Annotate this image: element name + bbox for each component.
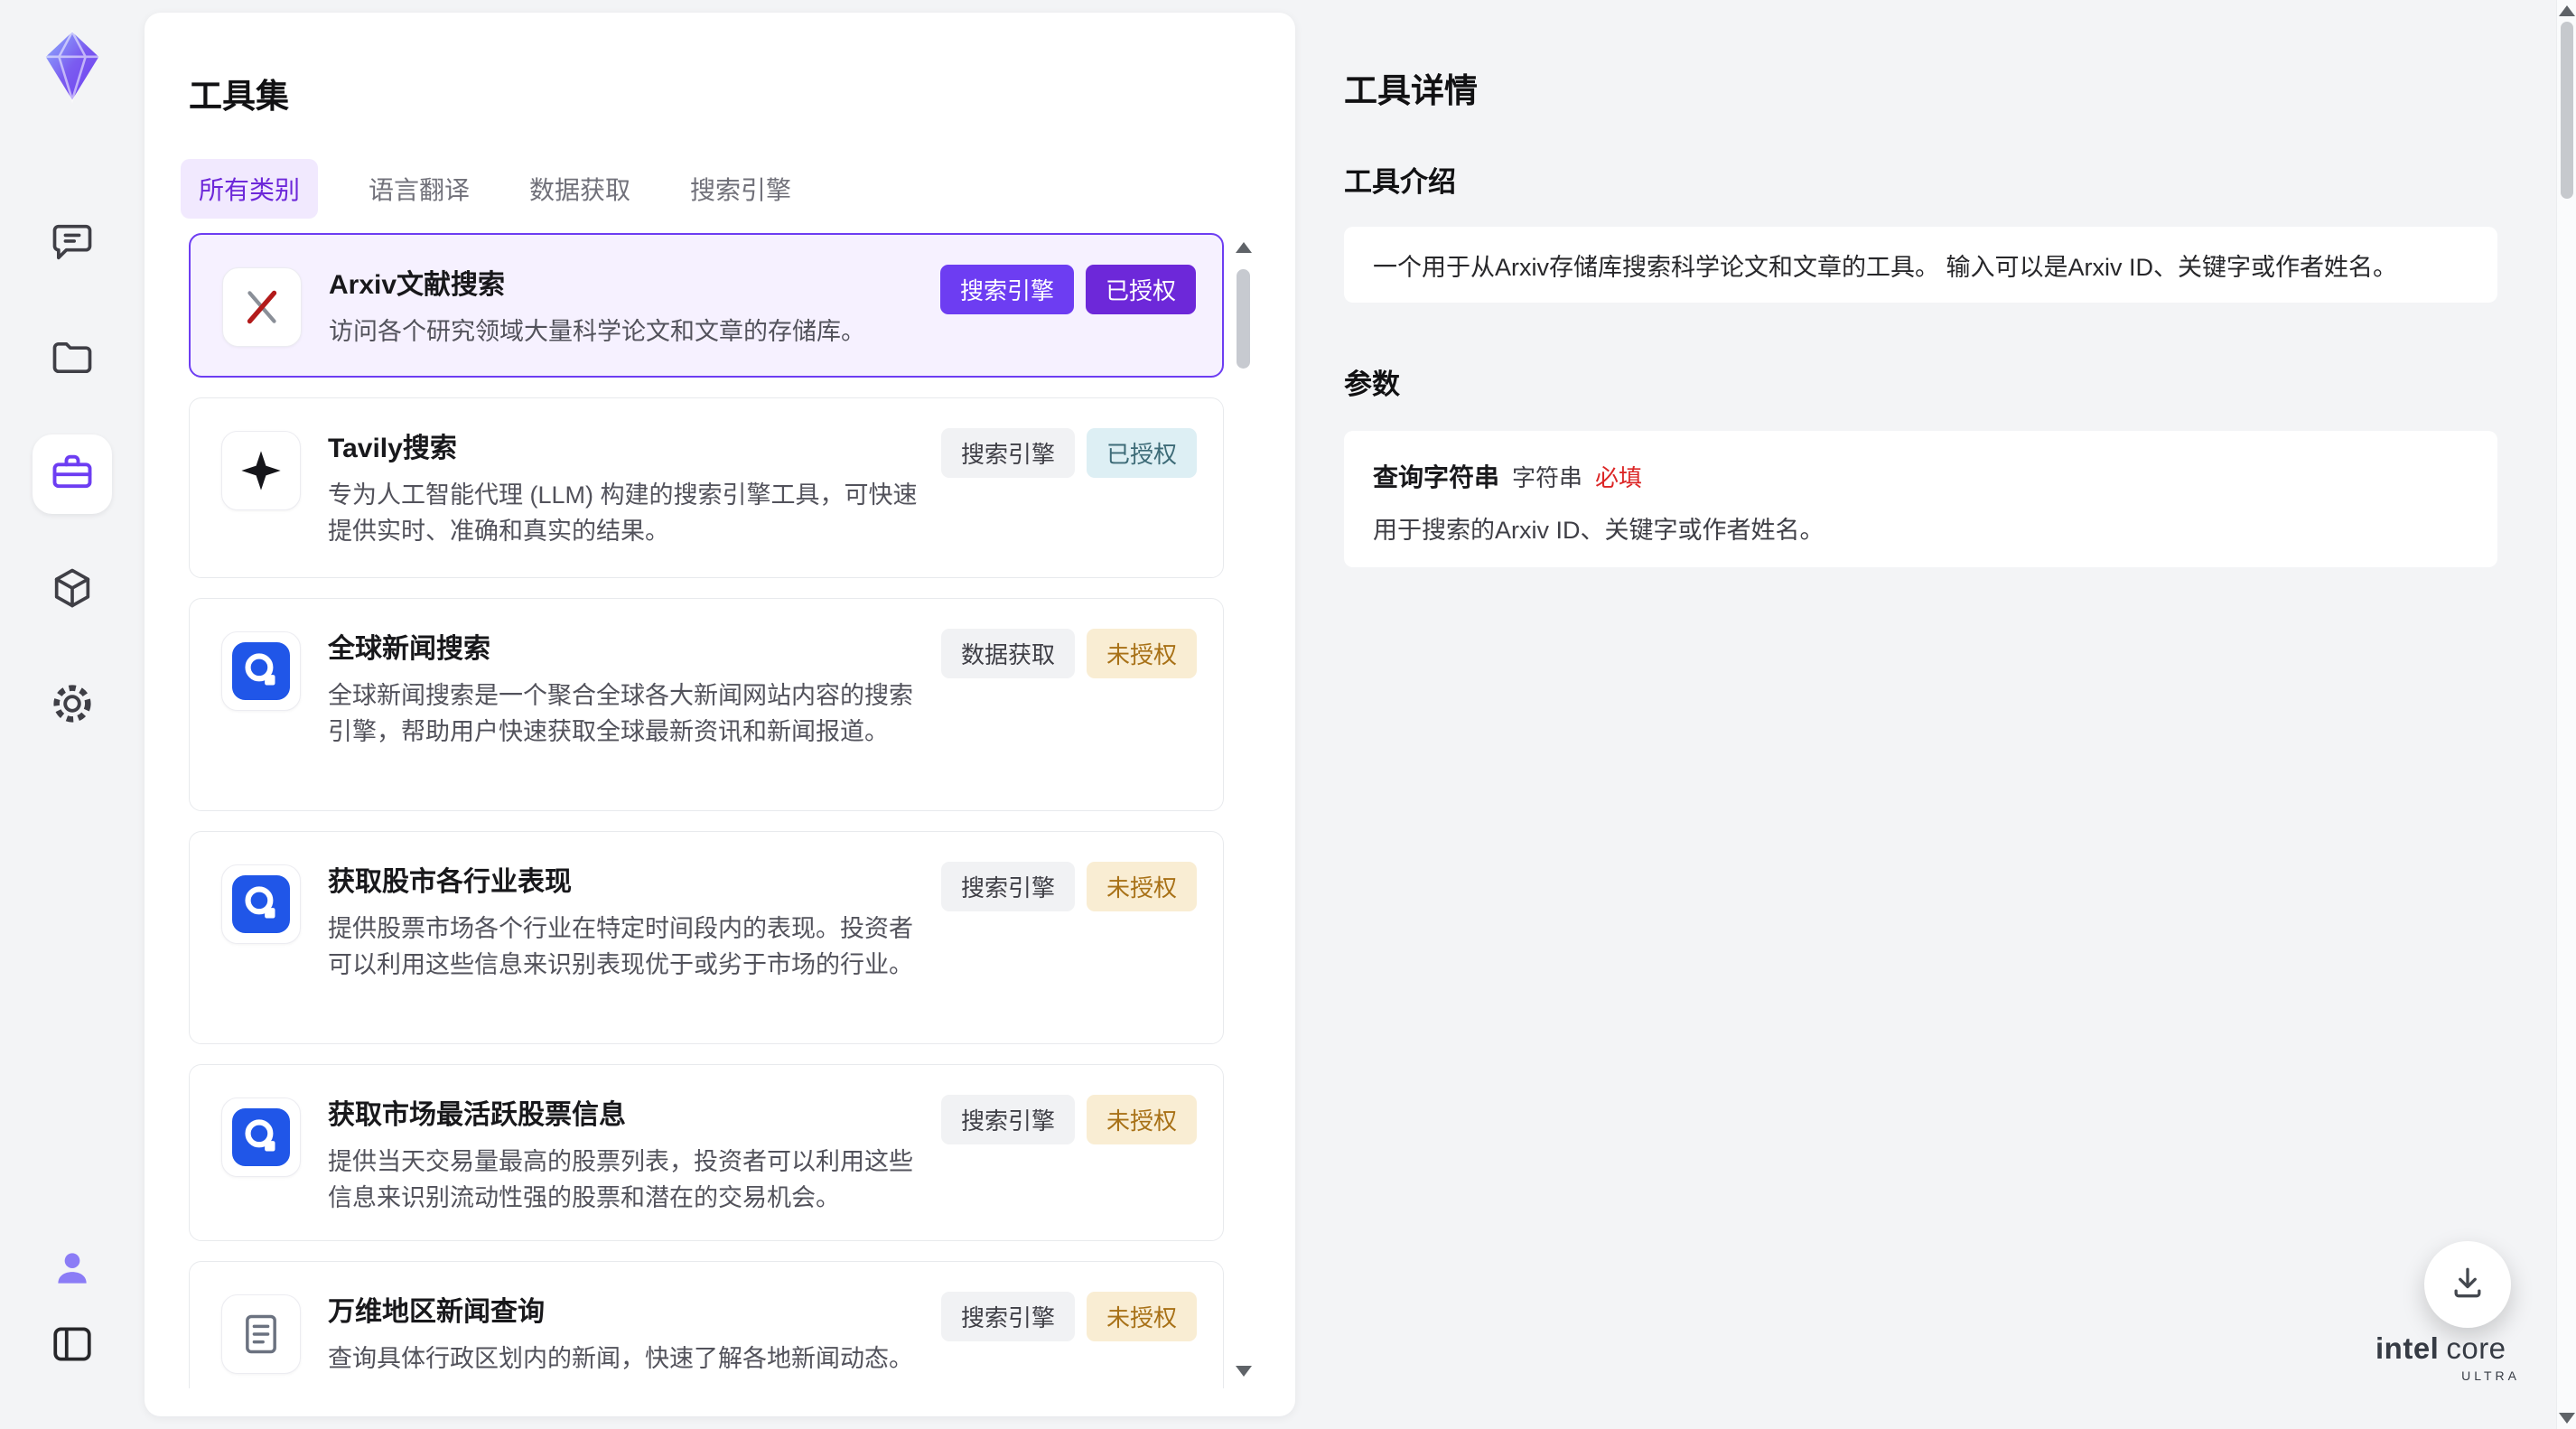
intro-card: 一个用于从Arxiv存储库搜索科学论文和文章的工具。 输入可以是Arxiv ID… [1344, 227, 2497, 303]
param-card: 查询字符串 字符串 必填 用于搜索的Arxiv ID、关键字或作者姓名。 [1344, 431, 2497, 567]
tool-auth-badge[interactable]: 未授权 [1087, 862, 1197, 911]
tool-desc: 访问各个研究领域大量科学论文和文章的存储库。 [329, 313, 936, 350]
gear-icon [49, 680, 96, 732]
list-scrollbar[interactable] [1233, 237, 1255, 1382]
intel-core-wordmark: intelcore [2375, 1331, 2520, 1366]
document-icon [221, 1294, 301, 1374]
ultra-label: ULTRA [2375, 1368, 2520, 1383]
juhe-logo-icon [221, 864, 301, 944]
briefcase-icon [49, 449, 96, 500]
cube-icon [49, 565, 96, 616]
juhe-logo-icon [221, 1097, 301, 1177]
sidebar [0, 0, 145, 1429]
sidebar-item-files[interactable] [43, 331, 101, 388]
toolset-panel: 工具集 所有类别 语言翻译 数据获取 搜索引擎 Arxiv文献搜索 访问各个研究… [145, 13, 1295, 1416]
sidebar-toggle[interactable] [43, 1317, 101, 1375]
tool-name: 万维地区新闻查询 [328, 1289, 935, 1329]
param-name: 查询字符串 [1373, 458, 1499, 494]
intro-heading: 工具介绍 [1344, 159, 1456, 200]
sidebar-item-settings[interactable] [43, 677, 101, 734]
category-tabs: 所有类别 语言翻译 数据获取 搜索引擎 [181, 159, 800, 219]
tavily-logo-icon [221, 431, 301, 510]
param-required-badge: 必填 [1595, 460, 1642, 493]
tool-name: Arxiv文献搜索 [329, 262, 936, 302]
tool-category-badge: 搜索引擎 [941, 862, 1075, 911]
tool-category-badge: 搜索引擎 [940, 265, 1074, 314]
page-scrollbar[interactable] [2556, 0, 2576, 1429]
page-title: 工具集 [189, 69, 289, 117]
tool-category-badge: 搜索引擎 [941, 428, 1075, 478]
tool-category-badge: 搜索引擎 [941, 1292, 1075, 1341]
tool-desc: 提供当天交易量最高的股票列表，投资者可以利用这些信息来识别流动性强的股票和潜在的… [328, 1144, 935, 1216]
user-avatar[interactable] [43, 1241, 101, 1299]
tool-auth-badge[interactable]: 未授权 [1087, 1292, 1197, 1341]
person-icon [50, 1246, 95, 1295]
scroll-up-icon[interactable] [2559, 5, 2575, 16]
scroll-down-icon[interactable] [1236, 1366, 1252, 1377]
tool-card-regional-news[interactable]: 万维地区新闻查询 查询具体行政区划内的新闻，快速了解各地新闻动态。 搜索引擎 未… [189, 1261, 1224, 1388]
tab-data-fetch[interactable]: 数据获取 [520, 159, 639, 219]
list-scrollbar-thumb[interactable] [1237, 269, 1250, 369]
tool-auth-badge[interactable]: 已授权 [1087, 428, 1197, 478]
param-type: 字符串 [1512, 460, 1582, 493]
page-scrollbar-thumb[interactable] [2561, 22, 2573, 199]
intro-text: 一个用于从Arxiv存储库搜索科学论文和文章的工具。 输入可以是Arxiv ID… [1373, 248, 2397, 283]
tool-name: Tavily搜索 [328, 425, 935, 465]
sidebar-item-chat[interactable] [43, 215, 101, 273]
tab-search-engine[interactable]: 搜索引擎 [681, 159, 800, 219]
tool-name: 获取股市各行业表现 [328, 859, 935, 899]
download-icon [2448, 1263, 2487, 1307]
tool-card-global-news[interactable]: 全球新闻搜索 全球新闻搜索是一个聚合全球各大新闻网站内容的搜索引擎，帮助用户快速… [189, 598, 1224, 811]
arxiv-logo-icon [222, 267, 302, 347]
tool-auth-badge[interactable]: 未授权 [1087, 1095, 1197, 1144]
chat-icon [49, 219, 96, 270]
sidebar-item-models[interactable] [43, 561, 101, 619]
tool-auth-badge[interactable]: 未授权 [1087, 629, 1197, 678]
tool-card-tavily[interactable]: Tavily搜索 专为人工智能代理 (LLM) 构建的搜索引擎工具，可快速提供实… [189, 397, 1224, 578]
tool-list: Arxiv文献搜索 访问各个研究领域大量科学论文和文章的存储库。 搜索引擎 已授… [189, 233, 1255, 1388]
tool-card-stock-sectors[interactable]: 获取股市各行业表现 提供股票市场各个行业在特定时间段内的表现。投资者可以利用这些… [189, 831, 1224, 1044]
scroll-up-icon[interactable] [1236, 242, 1252, 253]
tool-auth-badge[interactable]: 已授权 [1086, 265, 1196, 314]
params-heading: 参数 [1344, 361, 1400, 402]
tool-desc: 全球新闻搜索是一个聚合全球各大新闻网站内容的搜索引擎，帮助用户快速获取全球最新资… [328, 677, 935, 750]
tab-all-categories[interactable]: 所有类别 [181, 159, 318, 219]
folder-icon [49, 334, 96, 386]
param-header: 查询字符串 字符串 必填 [1373, 458, 2469, 494]
tool-details-panel: 工具详情 工具介绍 一个用于从Arxiv存储库搜索科学论文和文章的工具。 输入可… [1295, 0, 2556, 1429]
tool-card-most-active-stocks[interactable]: 获取市场最活跃股票信息 提供当天交易量最高的股票列表，投资者可以利用这些信息来识… [189, 1064, 1224, 1241]
tool-category-badge: 搜索引擎 [941, 1095, 1075, 1144]
param-desc: 用于搜索的Arxiv ID、关键字或作者姓名。 [1373, 510, 2469, 546]
sidebar-item-tools[interactable] [33, 434, 112, 514]
tool-name: 全球新闻搜索 [328, 626, 935, 666]
tool-category-badge: 数据获取 [941, 629, 1075, 678]
tool-desc: 专为人工智能代理 (LLM) 构建的搜索引擎工具，可快速提供实时、准确和真实的结… [328, 477, 935, 549]
tool-desc: 提供股票市场各个行业在特定时间段内的表现。投资者可以利用这些信息来识别表现优于或… [328, 911, 935, 983]
tool-name: 获取市场最活跃股票信息 [328, 1092, 935, 1132]
panel-toggle-icon [50, 1322, 95, 1371]
app-logo [33, 25, 112, 105]
scroll-down-icon[interactable] [2559, 1413, 2575, 1424]
juhe-logo-icon [221, 631, 301, 711]
intel-core-logo: intelcore ULTRA [2375, 1331, 2520, 1383]
download-button[interactable] [2424, 1241, 2511, 1328]
tab-translation[interactable]: 语言翻译 [359, 159, 479, 219]
details-title: 工具详情 [1344, 63, 1478, 112]
tool-card-arxiv[interactable]: Arxiv文献搜索 访问各个研究领域大量科学论文和文章的存储库。 搜索引擎 已授… [189, 233, 1224, 378]
tool-desc: 查询具体行政区划内的新闻，快速了解各地新闻动态。 [328, 1340, 935, 1377]
